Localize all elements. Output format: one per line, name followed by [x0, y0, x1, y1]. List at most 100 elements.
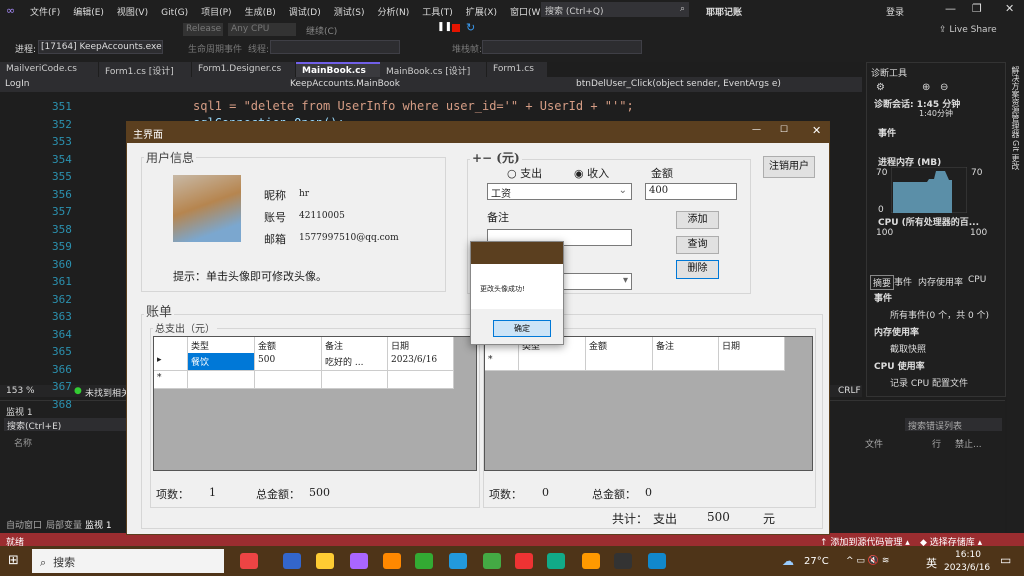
column-header[interactable]: 日期 — [719, 337, 785, 354]
restore-icon[interactable]: ❐ — [972, 2, 982, 15]
menu-item[interactable]: 编辑(E) — [73, 8, 104, 18]
grid-cell[interactable] — [719, 353, 785, 371]
row-header[interactable]: * — [154, 371, 188, 389]
live-share-button[interactable]: ⇪ Live Share — [939, 25, 997, 35]
nav-class[interactable]: LogIn — [5, 79, 29, 89]
taskbar-app-icon[interactable] — [383, 553, 401, 569]
thread-select[interactable] — [270, 40, 400, 54]
column-header[interactable]: 金额 — [586, 337, 653, 354]
taskbar-app-icon[interactable] — [283, 553, 301, 569]
grid-cell[interactable]: 2023/6/16 — [388, 353, 454, 371]
grid-cell[interactable] — [322, 371, 388, 389]
diag-section-action[interactable]: 所有事件(0 个，共 0 个) — [890, 308, 989, 321]
app-close-icon[interactable]: ✕ — [812, 124, 821, 137]
search-box[interactable]: 搜索 (Ctrl+Q) ⌕ — [541, 2, 689, 17]
column-header[interactable]: 备注 — [653, 337, 719, 354]
query-button[interactable]: 查询 — [676, 236, 719, 254]
zoom-in-icon[interactable]: ⊕ — [922, 82, 930, 93]
zoom-level[interactable]: 153 % — [6, 386, 35, 396]
date-picker[interactable]: ▾ — [560, 273, 632, 290]
dialog-ok-button[interactable]: 确定 — [493, 320, 551, 337]
side-tab-solution[interactable]: 解决方案资源管理器 — [1010, 66, 1021, 138]
diag-tab[interactable]: 事件 — [894, 275, 912, 288]
tab-file[interactable]: MainBook.cs [设计] — [380, 62, 486, 77]
grid-cell[interactable]: 吃好的 ... — [322, 353, 388, 371]
taskbar-app-icon[interactable] — [240, 553, 258, 569]
menu-item[interactable]: 工具(T) — [422, 8, 453, 18]
continue-button[interactable]: 继续(C) — [306, 24, 337, 37]
grid-cell[interactable]: 餐饮 — [188, 353, 255, 371]
logout-button[interactable]: 注销用户 — [763, 156, 815, 178]
tab-file[interactable]: Form1.cs — [487, 62, 547, 77]
taskbar-app-icon[interactable] — [483, 553, 501, 569]
grid-cell[interactable] — [653, 353, 719, 371]
taskbar-app-icon[interactable] — [515, 553, 533, 569]
diag-tab[interactable]: 摘要 — [870, 275, 895, 290]
close-icon[interactable]: ✕ — [1005, 2, 1014, 15]
radio-expense[interactable]: ○ 支出 — [507, 165, 542, 181]
grid-cell[interactable] — [586, 353, 653, 371]
menu-item[interactable]: 文件(F) — [30, 8, 60, 18]
column-header[interactable]: 金额 — [255, 337, 322, 354]
menu-item[interactable]: 项目(P) — [201, 8, 231, 18]
restart-icon[interactable]: ↻ — [466, 21, 475, 34]
ime-indicator[interactable]: 英 — [926, 555, 937, 571]
nav-member[interactable]: btnDelUser_Click(object sender, EventArg… — [576, 79, 781, 89]
category-select[interactable]: 工资 ⌄ — [487, 183, 632, 200]
grid-cell[interactable] — [519, 353, 586, 371]
row-header[interactable]: * — [485, 353, 519, 371]
app-minimize-icon[interactable]: — — [752, 125, 761, 135]
diag-tab[interactable]: CPU — [968, 275, 986, 285]
taskbar-app-icon[interactable] — [648, 553, 666, 569]
taskbar-app-icon[interactable] — [449, 553, 467, 569]
weather-temp[interactable]: 27°C — [804, 556, 829, 567]
notification-icon[interactable]: ▭ — [1000, 553, 1011, 567]
taskbar-app-icon[interactable] — [415, 553, 433, 569]
grid-cell[interactable] — [188, 371, 255, 389]
config-select[interactable]: Release — [183, 23, 223, 36]
taskbar-app-icon[interactable] — [582, 553, 600, 569]
watch-search[interactable]: 搜索(Ctrl+E) — [4, 418, 126, 432]
expense-grid[interactable]: 类型 金额 备注 日期 ▸ 餐饮 500 吃好的 ... 2023/6/16 * — [153, 336, 477, 471]
bottom-tab[interactable]: 局部变量 — [46, 518, 82, 531]
process-select[interactable]: [17164] KeepAccounts.exe — [38, 40, 163, 54]
add-button[interactable]: 添加 — [676, 211, 719, 229]
grid-cell[interactable] — [255, 371, 322, 389]
zoom-out-icon[interactable]: ⊖ — [940, 82, 948, 93]
lifecycle-events[interactable]: 生命周期事件 — [188, 42, 242, 55]
minimize-icon[interactable]: — — [945, 2, 956, 15]
menu-item[interactable]: Git(G) — [161, 8, 188, 18]
side-tab-git[interactable]: Git 更改 — [1010, 140, 1021, 170]
column-header[interactable]: 类型 — [188, 337, 255, 354]
avatar[interactable] — [173, 175, 241, 242]
tab-file[interactable]: Form1.cs [设计] — [99, 62, 191, 77]
login-link[interactable]: 登录 — [886, 5, 904, 18]
menu-item[interactable]: 扩展(X) — [466, 8, 497, 18]
taskbar-app-icon[interactable] — [547, 553, 565, 569]
column-header[interactable]: 日期 — [388, 337, 454, 354]
menu-item[interactable]: 生成(B) — [245, 8, 276, 18]
tab-file[interactable]: MailveriCode.cs — [0, 62, 98, 77]
clock-date[interactable]: 2023/6/16 — [944, 563, 990, 573]
amount-input[interactable]: 400 — [645, 183, 737, 200]
tray-icons[interactable]: ^ ▭ 🔇 ≋ — [846, 556, 889, 566]
taskbar-app-icon[interactable] — [350, 553, 368, 569]
diag-tab[interactable]: 内存使用率 — [918, 275, 963, 288]
tab-file[interactable]: MainBook.cs — [296, 62, 380, 77]
menu-item[interactable]: 窗口(W) — [510, 8, 544, 18]
taskbar-app-icon[interactable] — [614, 553, 632, 569]
column-header[interactable]: 备注 — [322, 337, 388, 354]
menu-item[interactable]: 分析(N) — [377, 8, 409, 18]
delete-button[interactable]: 删除 — [676, 260, 719, 279]
bottom-tab[interactable]: 自动窗口 — [6, 518, 42, 531]
bottom-tab[interactable]: 监视 1 — [85, 518, 112, 531]
menu-item[interactable]: 视图(V) — [117, 8, 148, 18]
menu-item[interactable]: 测试(S) — [334, 8, 365, 18]
stack-select[interactable] — [482, 40, 642, 54]
platform-select[interactable]: Any CPU — [228, 23, 296, 36]
nav-type[interactable]: KeepAccounts.MainBook — [290, 79, 400, 89]
start-icon[interactable]: ⊞ — [8, 553, 19, 568]
pause-icon[interactable]: ❚❚ — [437, 22, 452, 32]
grid-cell[interactable]: 500 — [255, 353, 322, 371]
income-grid[interactable]: 类型 金额 备注 日期 * — [484, 336, 813, 471]
